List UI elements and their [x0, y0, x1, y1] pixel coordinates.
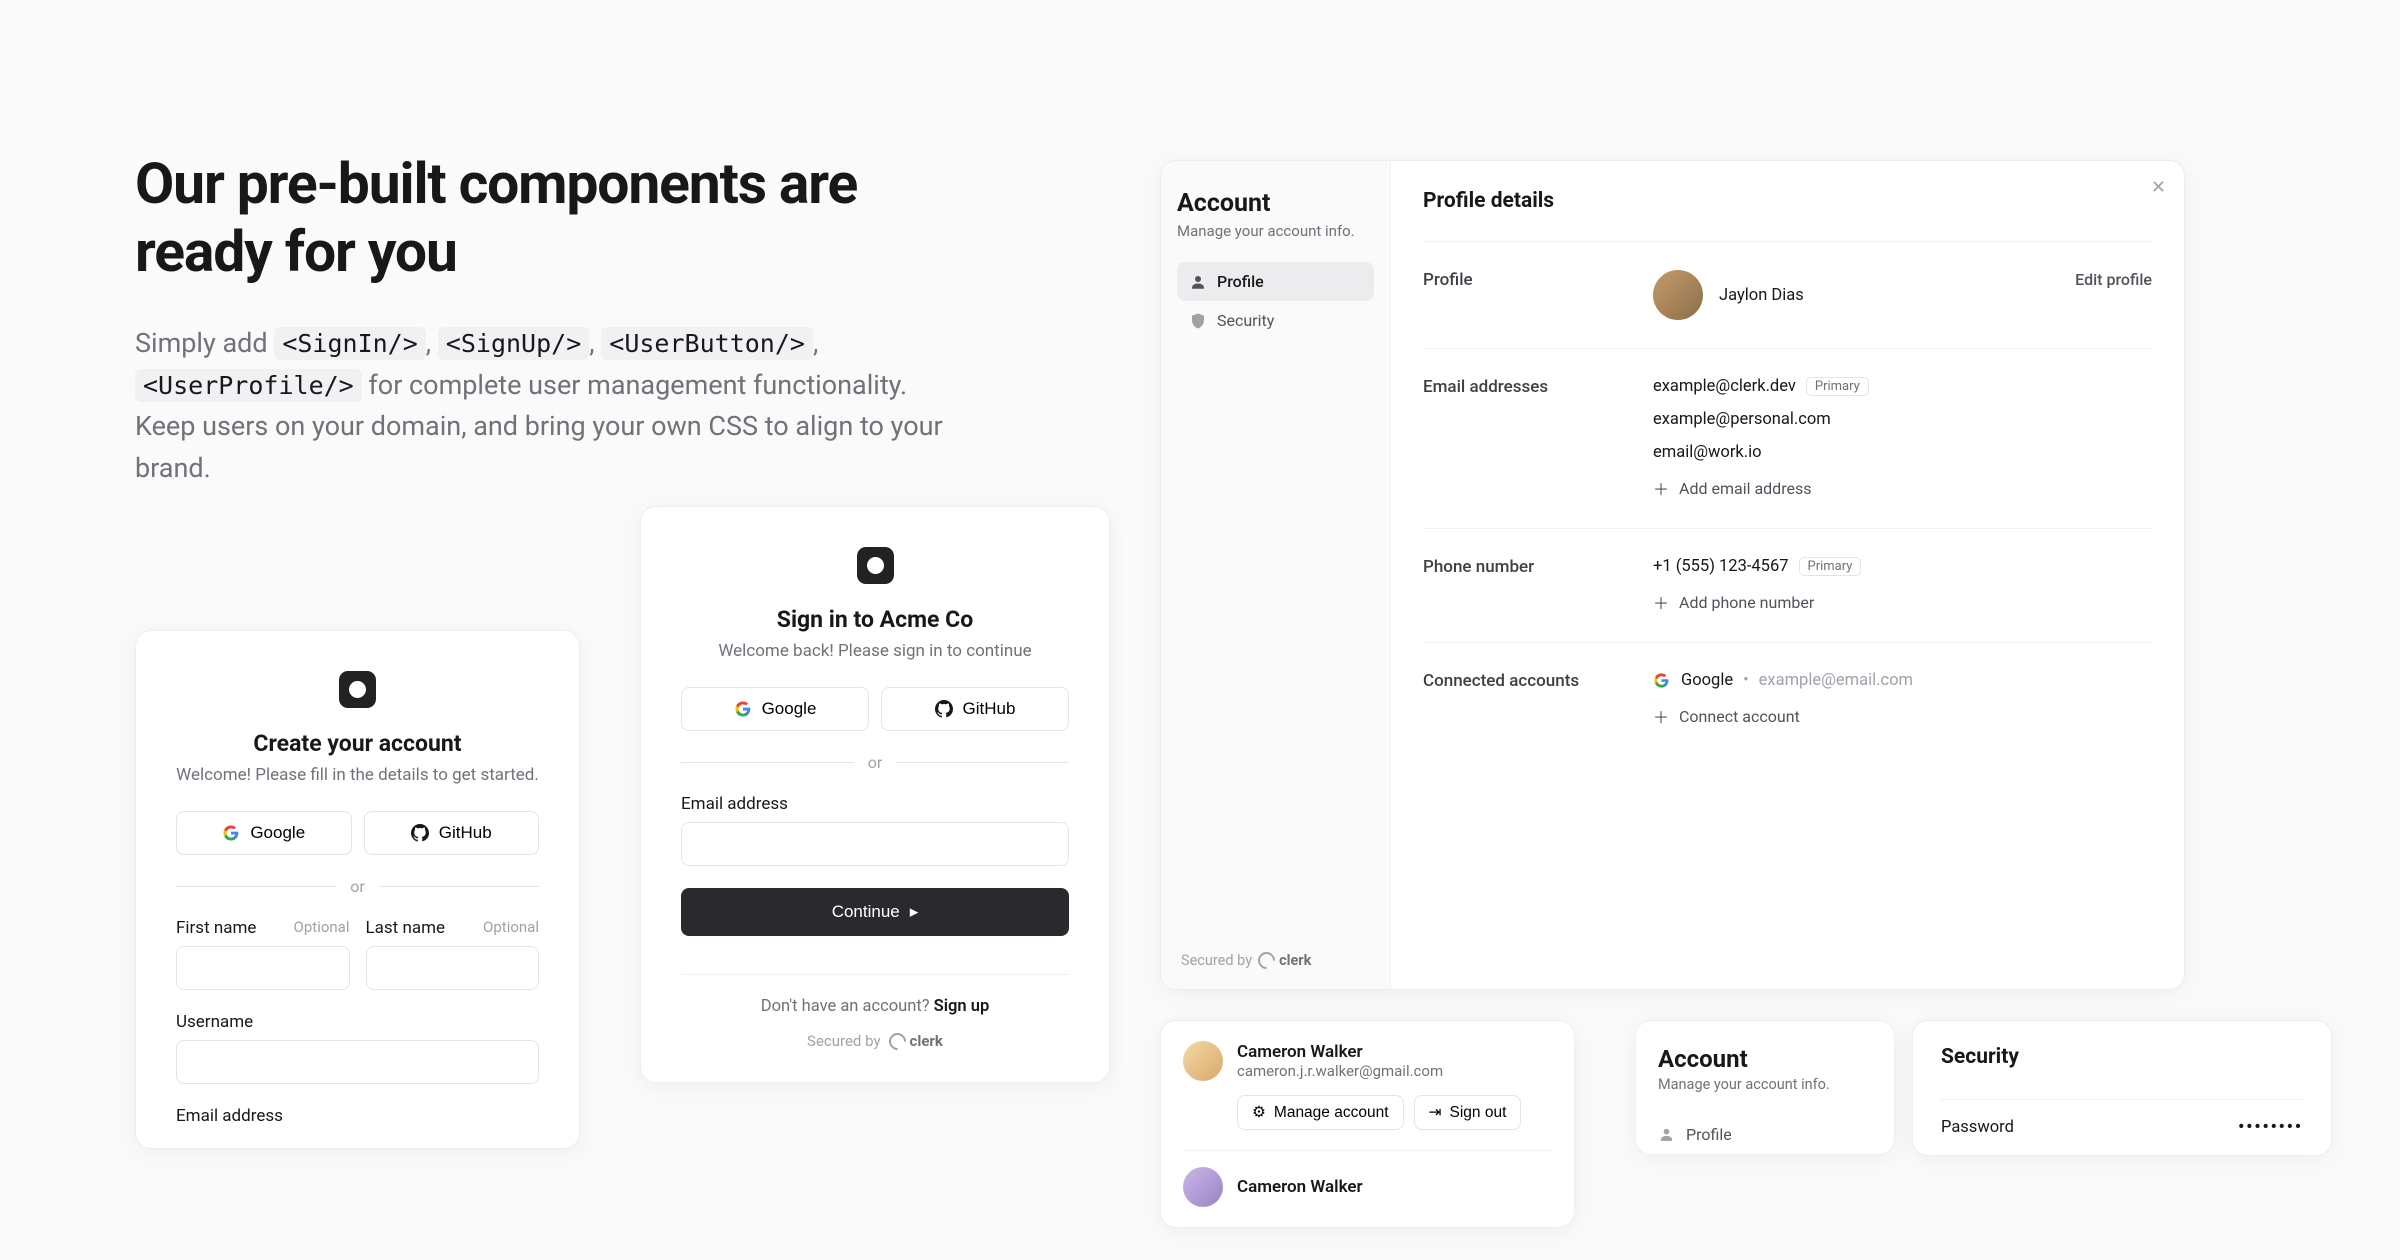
continue-button[interactable]: Continue ▸ [681, 888, 1069, 936]
signin-card: Sign in to Acme Co Welcome back! Please … [640, 506, 1110, 1083]
signup-card: Create your account Welcome! Please fill… [135, 630, 580, 1149]
connect-account-button[interactable]: ＋ Connect account [1653, 704, 2152, 728]
profile-sidebar: Account Manage your account info. Profil… [1161, 161, 1391, 989]
firstname-label: First name [176, 918, 256, 938]
divider-or: or [681, 753, 1069, 772]
password-label: Password [1941, 1118, 2014, 1137]
clerk-logo-icon: clerk [1258, 952, 1311, 969]
email-input[interactable] [681, 822, 1069, 866]
user-profile-panel: Account Manage your account info. Profil… [1160, 160, 2185, 990]
signin-subtitle: Welcome back! Please sign in to continue [681, 641, 1069, 661]
google-icon [222, 824, 240, 842]
signup-subtitle: Welcome! Please fill in the details to g… [176, 765, 539, 785]
avatar [1183, 1041, 1223, 1081]
phone-row: +1 (555) 123-4567 Primary [1653, 557, 2152, 576]
email-row: example@clerk.dev Primary [1653, 377, 2152, 396]
avatar [1653, 270, 1703, 320]
account-title: Account [1658, 1045, 1872, 1073]
github-icon [411, 824, 429, 842]
lastname-label: Last name [366, 918, 446, 938]
sidebar-subtitle: Manage your account info. [1177, 222, 1374, 240]
code-signup: <SignUp/> [438, 327, 589, 360]
username-input[interactable] [176, 1040, 539, 1084]
sidebar-item-security[interactable]: Security [1177, 301, 1374, 340]
user-row: Cameron Walker [1183, 1150, 1552, 1207]
section-phone: Phone number +1 (555) 123-4567 Primary ＋… [1423, 528, 2152, 642]
profile-main: ✕ Profile details Profile Jaylon Dias Ed… [1391, 161, 2184, 989]
signup-link[interactable]: Sign up [934, 997, 990, 1016]
email-label: Email address [681, 794, 788, 814]
firstname-input[interactable] [176, 946, 350, 990]
optional-label: Optional [294, 918, 350, 938]
user-icon [1189, 273, 1207, 291]
github-icon [935, 700, 953, 718]
signout-button[interactable]: ⇥ Sign out [1414, 1095, 1522, 1130]
manage-account-button[interactable]: ⚙ Manage account [1237, 1095, 1404, 1130]
signin-google-button[interactable]: Google [681, 687, 869, 731]
signup-google-button[interactable]: Google [176, 811, 352, 855]
account-subtitle: Manage your account info. [1658, 1076, 1872, 1093]
code-signin: <SignIn/> [274, 327, 425, 360]
connected-row: Google • example@email.com [1653, 671, 2152, 690]
add-phone-button[interactable]: ＋ Add phone number [1653, 590, 2152, 614]
email-row: email@work.io [1653, 443, 2152, 462]
secured-by: Secured by clerk [1181, 952, 1311, 969]
sidebar-item-profile[interactable]: Profile [1177, 262, 1374, 301]
divider-or: or [176, 877, 539, 896]
sidebar-item-profile[interactable]: Profile [1658, 1115, 1872, 1154]
plus-icon: ＋ [1653, 704, 1669, 728]
close-icon[interactable]: ✕ [2151, 177, 2166, 198]
google-icon [734, 700, 752, 718]
signup-title: Create your account [176, 730, 539, 757]
primary-badge: Primary [1806, 377, 1869, 396]
secured-by: Secured by clerk [681, 1032, 1069, 1050]
sidebar-title: Account [1177, 189, 1374, 218]
user-name: Cameron Walker [1237, 1177, 1363, 1197]
edit-profile-button[interactable]: Edit profile [2075, 270, 2152, 320]
email-row: example@personal.com [1653, 410, 2152, 429]
security-panel: Security Password •••••••• [1912, 1020, 2332, 1156]
plus-icon: ＋ [1653, 590, 1669, 614]
google-icon [1653, 672, 1671, 690]
account-card: Account Manage your account info. Profil… [1635, 1020, 1895, 1155]
security-title: Security [1941, 1045, 2303, 1069]
user-email: cameron.j.r.walker@gmail.com [1237, 1062, 1443, 1080]
clerk-logo-icon: clerk [889, 1032, 943, 1050]
user-button-menu: Cameron Walker cameron.j.r.walker@gmail.… [1160, 1020, 1575, 1228]
shield-icon [1189, 312, 1207, 330]
code-userprofile: <UserProfile/> [135, 369, 362, 402]
plus-icon: ＋ [1653, 476, 1669, 500]
app-logo-icon [857, 547, 894, 584]
signup-github-button[interactable]: GitHub [364, 811, 540, 855]
section-emails: Email addresses example@clerk.dev Primar… [1423, 348, 2152, 528]
hero-lead: Simply add <SignIn/>, <SignUp/>, <UserBu… [135, 323, 945, 490]
primary-badge: Primary [1799, 557, 1862, 576]
signin-title: Sign in to Acme Co [681, 606, 1069, 633]
avatar [1183, 1167, 1223, 1207]
user-name: Cameron Walker [1237, 1042, 1443, 1062]
add-email-button[interactable]: ＋ Add email address [1653, 476, 2152, 500]
password-row: Password •••••••• [1941, 1099, 2303, 1155]
signin-github-button[interactable]: GitHub [881, 687, 1069, 731]
email-label: Email address [176, 1106, 283, 1126]
section-profile: Profile Jaylon Dias Edit profile [1423, 241, 2152, 348]
section-connected: Connected accounts Google • example@emai… [1423, 642, 2152, 756]
caret-right-icon: ▸ [910, 902, 919, 922]
profile-title: Profile details [1423, 189, 2152, 213]
signout-icon: ⇥ [1429, 1103, 1442, 1122]
password-mask: •••••••• [2238, 1118, 2303, 1137]
user-icon [1658, 1126, 1676, 1144]
username-label: Username [176, 1012, 253, 1032]
signin-footer: Don't have an account? Sign up [681, 974, 1069, 1016]
code-userbutton: <UserButton/> [601, 327, 813, 360]
user-row: Cameron Walker cameron.j.r.walker@gmail.… [1183, 1041, 1552, 1081]
profile-name: Jaylon Dias [1719, 286, 1804, 305]
app-logo-icon [339, 671, 376, 708]
lastname-input[interactable] [366, 946, 540, 990]
hero-title: Our pre-built components are ready for y… [135, 150, 945, 287]
hero: Our pre-built components are ready for y… [135, 150, 945, 490]
gear-icon: ⚙ [1252, 1103, 1266, 1122]
